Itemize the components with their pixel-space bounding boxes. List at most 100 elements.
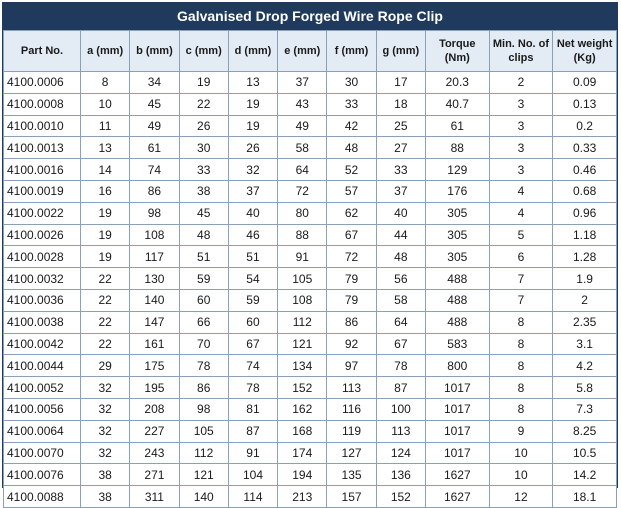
table-cell: 130 — [129, 267, 180, 290]
table-cell: 8 — [488, 376, 554, 399]
table-cell: 243 — [129, 441, 180, 465]
column-header: e (mm) — [277, 30, 328, 72]
part-number-cell: 4100.0064 — [3, 419, 81, 443]
table-cell: 91 — [227, 441, 279, 465]
table-cell: 113 — [326, 376, 377, 399]
table-cell: 129 — [424, 158, 490, 181]
table-row: 4100.0028 19 117 51 51 91 72 48 305 6 1.28 — [3, 245, 617, 269]
table-cell: 48 — [375, 245, 426, 269]
table-cell: 22 — [79, 332, 131, 356]
table-cell: 12 — [488, 485, 554, 508]
spec-table: Part No. a (mm) b (mm) c (mm) d (mm) e (mm) f … — [3, 30, 617, 508]
table-cell: 108 — [277, 288, 328, 312]
table-cell: 8.25 — [552, 419, 617, 443]
table-row: 4100.0016 14 74 33 32 64 52 33 129 3 0.46 — [3, 158, 617, 181]
table-cell: 16 — [79, 179, 131, 203]
table-cell: 140 — [178, 485, 229, 508]
table-cell: 22 — [79, 267, 131, 290]
table-body: 4100.0006 8 34 19 13 37 30 17 20.3 2 0.09 4100.0008… — [3, 71, 617, 508]
table-cell: 175 — [129, 354, 180, 378]
table-cell: 10 — [488, 463, 554, 487]
table-cell: 0.13 — [552, 92, 617, 116]
table-cell: 51 — [227, 245, 279, 269]
table-cell: 271 — [129, 463, 180, 487]
table-cell: 19 — [227, 114, 279, 138]
table-row: 4100.0013 13 61 30 26 58 48 27 88 3 0.33 — [3, 136, 617, 160]
table-cell: 22 — [79, 310, 131, 334]
table-cell: 116 — [326, 397, 377, 421]
table-cell: 305 — [424, 245, 490, 269]
table-row: 4100.0010 11 49 26 19 49 42 25 61 3 0.2 — [3, 114, 617, 138]
table-cell: 117 — [129, 245, 180, 269]
table-cell: 86 — [326, 310, 377, 334]
table-cell: 488 — [424, 267, 490, 290]
part-number-cell: 4100.0042 — [3, 332, 81, 356]
table-cell: 74 — [227, 354, 279, 378]
part-number-cell: 4100.0032 — [3, 267, 81, 290]
table-cell: 3 — [488, 92, 554, 116]
table-cell: 19 — [227, 92, 279, 116]
table-cell: 5.8 — [552, 376, 617, 399]
column-header: Part No. — [3, 30, 81, 72]
table-cell: 6 — [488, 245, 554, 269]
table-cell: 13 — [227, 71, 279, 94]
table-cell: 25 — [375, 114, 426, 138]
table-cell: 44 — [375, 223, 426, 247]
table-cell: 194 — [277, 463, 328, 487]
table-cell: 26 — [227, 136, 279, 160]
table-cell: 17 — [375, 71, 426, 94]
table-cell: 3 — [488, 158, 554, 181]
part-number-cell: 4100.0088 — [3, 485, 81, 508]
table-cell: 98 — [178, 397, 229, 421]
table-cell: 0.2 — [552, 114, 617, 138]
table-cell: 10 — [488, 441, 554, 465]
table-cell: 3 — [488, 136, 554, 160]
table-cell: 305 — [424, 223, 490, 247]
table-cell: 488 — [424, 288, 490, 312]
part-number-cell: 4100.0052 — [3, 376, 81, 399]
table-cell: 162 — [277, 397, 328, 421]
column-header: f (mm) — [326, 30, 377, 72]
table-cell: 79 — [326, 267, 377, 290]
part-number-cell: 4100.0019 — [3, 179, 81, 203]
table-cell: 37 — [375, 179, 426, 203]
part-number-cell: 4100.0013 — [3, 136, 81, 160]
table-row: 4100.0026 19 108 48 46 88 67 44 305 5 1.18 — [3, 223, 617, 247]
table-cell: 4.2 — [552, 354, 617, 378]
table-cell: 40.7 — [424, 92, 490, 116]
table-row: 4100.0022 19 98 45 40 80 62 40 305 4 0.96 — [3, 201, 617, 225]
table-cell: 37 — [227, 179, 279, 203]
table-cell: 157 — [326, 485, 377, 508]
part-number-cell: 4100.0038 — [3, 310, 81, 334]
table-cell: 0.33 — [552, 136, 617, 160]
table-cell: 64 — [277, 158, 328, 181]
table-cell: 10 — [79, 92, 131, 116]
part-number-cell: 4100.0070 — [3, 441, 81, 465]
table-cell: 33 — [326, 92, 377, 116]
table-cell: 108 — [129, 223, 180, 247]
table-cell: 33 — [178, 158, 229, 181]
table-cell: 2 — [488, 71, 554, 94]
table-cell: 114 — [227, 485, 279, 508]
table-cell: 135 — [326, 463, 377, 487]
table-cell: 7.3 — [552, 397, 617, 421]
table-cell: 213 — [277, 485, 328, 508]
table-cell: 30 — [326, 71, 377, 94]
table-cell: 43 — [277, 92, 328, 116]
table-cell: 20.3 — [424, 71, 490, 94]
table-cell: 14.2 — [552, 463, 617, 487]
table-cell: 3.1 — [552, 332, 617, 356]
part-number-cell: 4100.0006 — [3, 71, 81, 94]
table-cell: 78 — [227, 376, 279, 399]
table-cell: 1.18 — [552, 223, 617, 247]
part-number-cell: 4100.0022 — [3, 201, 81, 225]
table-cell: 46 — [227, 223, 279, 247]
table-cell: 1017 — [424, 376, 490, 399]
table-row: 4100.0044 29 175 78 74 134 97 78 800 8 4.2 — [3, 354, 617, 378]
table-cell: 0.68 — [552, 179, 617, 203]
table-cell: 112 — [277, 310, 328, 334]
column-header: d (mm) — [227, 30, 279, 72]
table-cell: 4 — [488, 201, 554, 225]
table-cell: 0.46 — [552, 158, 617, 181]
table-cell: 19 — [79, 245, 131, 269]
